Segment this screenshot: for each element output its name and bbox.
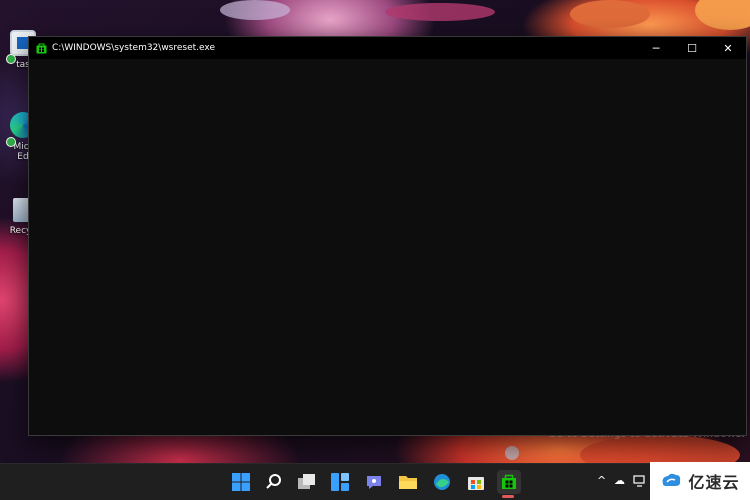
maximize-button[interactable]: ☐ — [674, 37, 710, 59]
window-title: C:\WINDOWS\system32\wsreset.exe — [52, 43, 215, 53]
sync-check-icon — [6, 54, 16, 64]
file-explorer-icon[interactable] — [397, 471, 419, 493]
network-icon[interactable] — [632, 473, 648, 489]
store-icon — [35, 43, 47, 54]
minimize-button[interactable]: ─ — [638, 37, 674, 59]
active-app-indicator — [502, 495, 514, 498]
window-titlebar[interactable]: C:\WINDOWS\system32\wsreset.exe ─ ☐ ✕ — [29, 37, 746, 59]
onedrive-cloud-icon[interactable]: ☁ — [614, 474, 625, 487]
task-view-icon[interactable] — [296, 471, 318, 493]
start-icon[interactable] — [230, 471, 252, 493]
close-button[interactable]: ✕ — [710, 37, 746, 59]
yisu-brand-watermark: 亿速云 — [650, 462, 750, 500]
brand-text: 亿速云 — [688, 473, 740, 492]
widgets-icon[interactable] — [329, 471, 351, 493]
tray-chevron-icon[interactable]: ^ — [597, 474, 606, 487]
search-icon[interactable] — [263, 471, 285, 493]
console-output[interactable] — [29, 59, 746, 435]
wsreset-console-window[interactable]: C:\WINDOWS\system32\wsreset.exe ─ ☐ ✕ — [28, 36, 747, 436]
microsoft-store-icon[interactable] — [465, 471, 487, 493]
teams-chat-icon[interactable] — [363, 471, 385, 493]
sync-check-icon — [6, 137, 16, 147]
taskbar: ^ ☁ — [0, 463, 750, 500]
yisu-logo-icon — [663, 473, 681, 486]
wsreset-icon[interactable] — [497, 470, 521, 494]
edge-icon[interactable] — [431, 471, 453, 493]
